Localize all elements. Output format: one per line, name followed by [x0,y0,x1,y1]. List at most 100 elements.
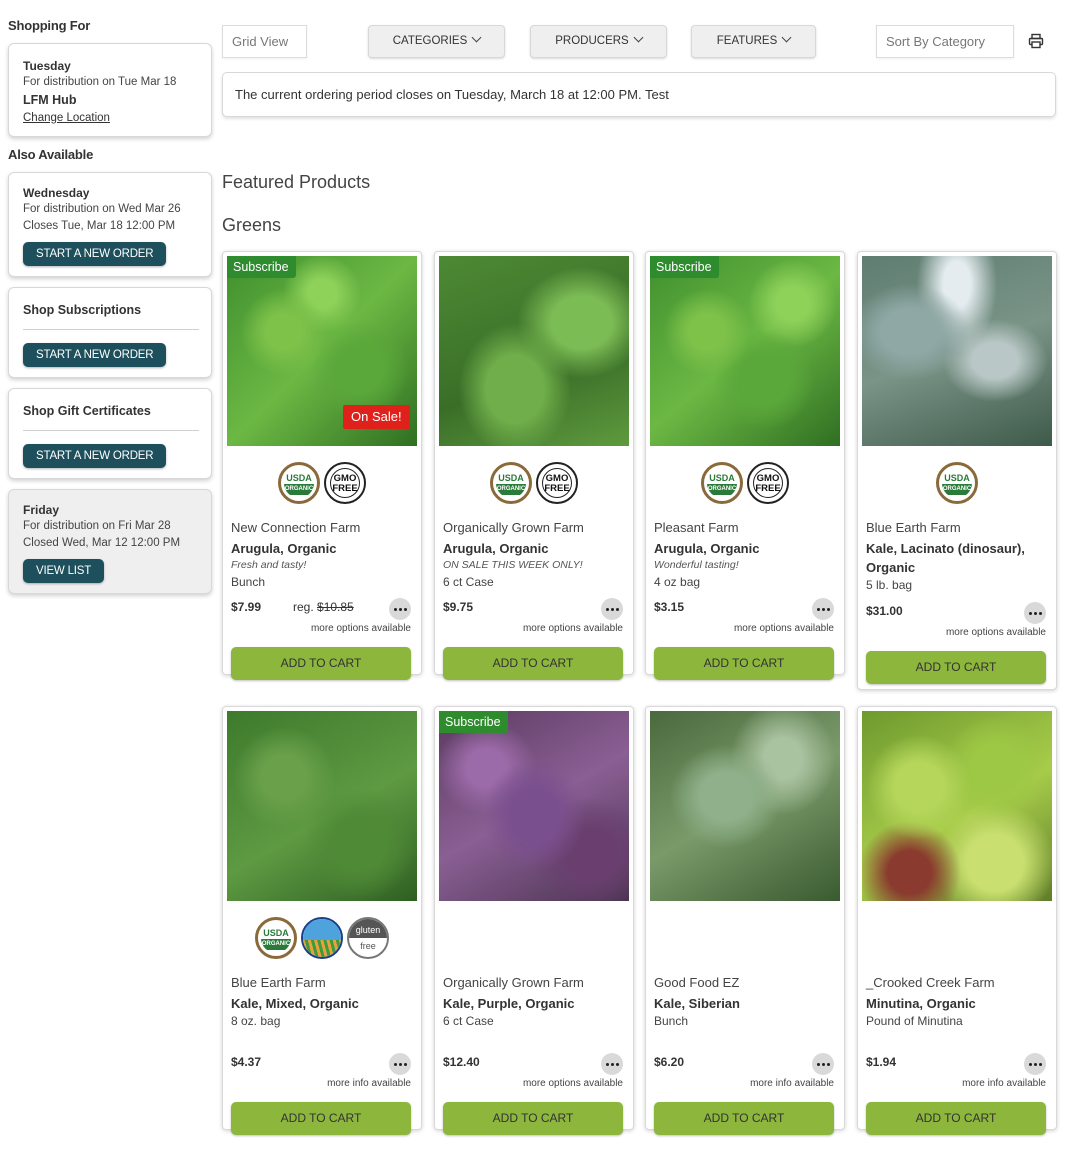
more-options-text[interactable]: more options available [946,627,1046,638]
naturally-grown-sky [303,919,341,940]
add-to-cart-button[interactable]: ADD TO CART [866,1102,1046,1135]
product-image[interactable] [650,256,840,446]
more-options-text[interactable]: more options available [311,623,411,634]
more-options-icon[interactable] [389,598,411,620]
subscribe-badge[interactable]: Subscribe [439,711,508,733]
add-to-cart-button[interactable]: ADD TO CART [654,1102,834,1135]
product-name[interactable]: Kale, Siberian [654,994,834,1013]
regular-price-value: $10.85 [317,600,354,614]
more-options-text[interactable]: more options available [734,623,834,634]
producer-name[interactable]: New Connection Farm [231,520,360,535]
sidebar: Shopping For Tuesday For distribution on… [8,18,212,604]
more-options-icon[interactable] [1024,602,1046,624]
more-options-icon[interactable] [601,1053,623,1075]
organic-label: ORGANIC [707,484,737,495]
more-options-text[interactable]: more info available [962,1078,1046,1089]
gmo-free-icon: GMO FREE [536,462,578,504]
add-to-cart-button[interactable]: ADD TO CART [231,1102,411,1135]
product-image[interactable] [227,711,417,901]
producer-name[interactable]: Good Food EZ [654,975,739,990]
product-image[interactable] [862,256,1052,446]
product-name[interactable]: Arugula, Organic [231,539,411,558]
dot [1039,1063,1042,1066]
producer-name[interactable]: Organically Grown Farm [443,975,584,990]
product-unit: 8 oz. bag [231,1014,281,1028]
categories-dropdown[interactable]: CATEGORIES [368,25,505,58]
more-options-text[interactable]: more options available [523,623,623,634]
view-select[interactable]: Grid View [222,25,307,58]
certification-icons: USDA ORGANIC gluten free [223,917,421,959]
certification-icons: USDA ORGANIC [858,462,1056,504]
subscriptions-start-order-button[interactable]: START A NEW ORDER [23,343,167,367]
more-options-icon[interactable] [389,1053,411,1075]
wednesday-card: Wednesday For distribution on Wed Mar 26… [8,172,212,277]
more-options-text[interactable]: more options available [523,1078,623,1089]
dot [404,608,407,611]
product-name[interactable]: Arugula, Organic [443,539,623,558]
chevron-down-icon [633,32,644,43]
add-to-cart-button[interactable]: ADD TO CART [231,647,411,680]
producer-name[interactable]: Blue Earth Farm [231,975,326,990]
subscribe-badge[interactable]: Subscribe [650,256,719,278]
ordering-period-notice: The current ordering period closes on Tu… [222,72,1056,117]
add-to-cart-button[interactable]: ADD TO CART [443,1102,623,1135]
dot [827,1063,830,1066]
regular-price: reg. $10.85 [293,600,354,614]
more-options-icon[interactable] [601,598,623,620]
features-dropdown[interactable]: FEATURES [691,25,816,58]
product-name[interactable]: Kale, Mixed, Organic [231,994,411,1013]
product-image[interactable] [862,711,1052,901]
product-name[interactable]: Kale, Lacinato (dinosaur), Organic [866,539,1046,577]
dot [1029,612,1032,615]
product-card: USDA ORGANIC Blue Earth Farm Kale, Lacinato… [857,251,1057,690]
subscribe-badge[interactable]: Subscribe [227,256,296,278]
view-list-button[interactable]: VIEW LIST [23,559,105,583]
more-options-icon[interactable] [812,1053,834,1075]
friday-closed: Closed Wed, Mar 12 12:00 PM [23,537,181,549]
add-to-cart-button[interactable]: ADD TO CART [654,647,834,680]
add-to-cart-button[interactable]: ADD TO CART [443,647,623,680]
more-options-icon[interactable] [812,598,834,620]
certification-icons: USDA ORGANIC GMO FREE [223,462,421,504]
producer-name[interactable]: _Crooked Creek Farm [866,975,995,990]
certified-naturally-grown-icon [301,917,343,959]
dot [394,608,397,611]
more-options-text[interactable]: more info available [750,1078,834,1089]
usda-label: USDA [944,473,970,483]
more-options-text[interactable]: more info available [327,1078,411,1089]
product-image[interactable] [650,711,840,901]
product-price: $6.20 [654,1055,685,1069]
product-note: ON SALE THIS WEEK ONLY! [443,559,583,571]
view-select-label: Grid View [232,34,289,49]
gift-start-order-button[interactable]: START A NEW ORDER [23,444,167,468]
gmo-free-label: GMO FREE [330,468,360,498]
wednesday-day: Wednesday [23,186,90,200]
product-unit: 5 lb. bag [866,578,913,592]
more-options-icon[interactable] [1024,1053,1046,1075]
dot [616,608,619,611]
naturally-grown-field [303,939,341,957]
dot [822,1063,825,1066]
product-image[interactable] [439,256,629,446]
producer-name[interactable]: Organically Grown Farm [443,520,584,535]
printer-icon[interactable] [1028,33,1044,49]
product-card: Good Food EZ Kale, Siberian Bunch $6.20 more… [645,706,845,1135]
product-name[interactable]: Kale, Purple, Organic [443,994,623,1013]
producer-name[interactable]: Pleasant Farm [654,520,739,535]
dot [404,1063,407,1066]
sort-select[interactable]: Sort By Category [876,25,1014,58]
change-location-link[interactable]: Change Location [23,110,110,126]
usda-organic-seal: USDA ORGANIC [707,468,737,498]
producer-name[interactable]: Blue Earth Farm [866,520,961,535]
product-name[interactable]: Minutina, Organic [866,994,1046,1013]
chevron-down-icon [781,32,792,43]
add-to-cart-button[interactable]: ADD TO CART [866,651,1046,684]
product-name[interactable]: Arugula, Organic [654,539,834,558]
gmo-free-icon: GMO FREE [324,462,366,504]
product-card: Subscribe USDA ORGANIC GMO FREE Pleasant Farm… [645,251,845,680]
product-price: $31.00 [866,604,903,618]
wednesday-start-order-button[interactable]: START A NEW ORDER [23,242,167,266]
product-image[interactable] [439,711,629,901]
producers-dropdown[interactable]: PRODUCERS [530,25,667,58]
dot [399,1063,402,1066]
